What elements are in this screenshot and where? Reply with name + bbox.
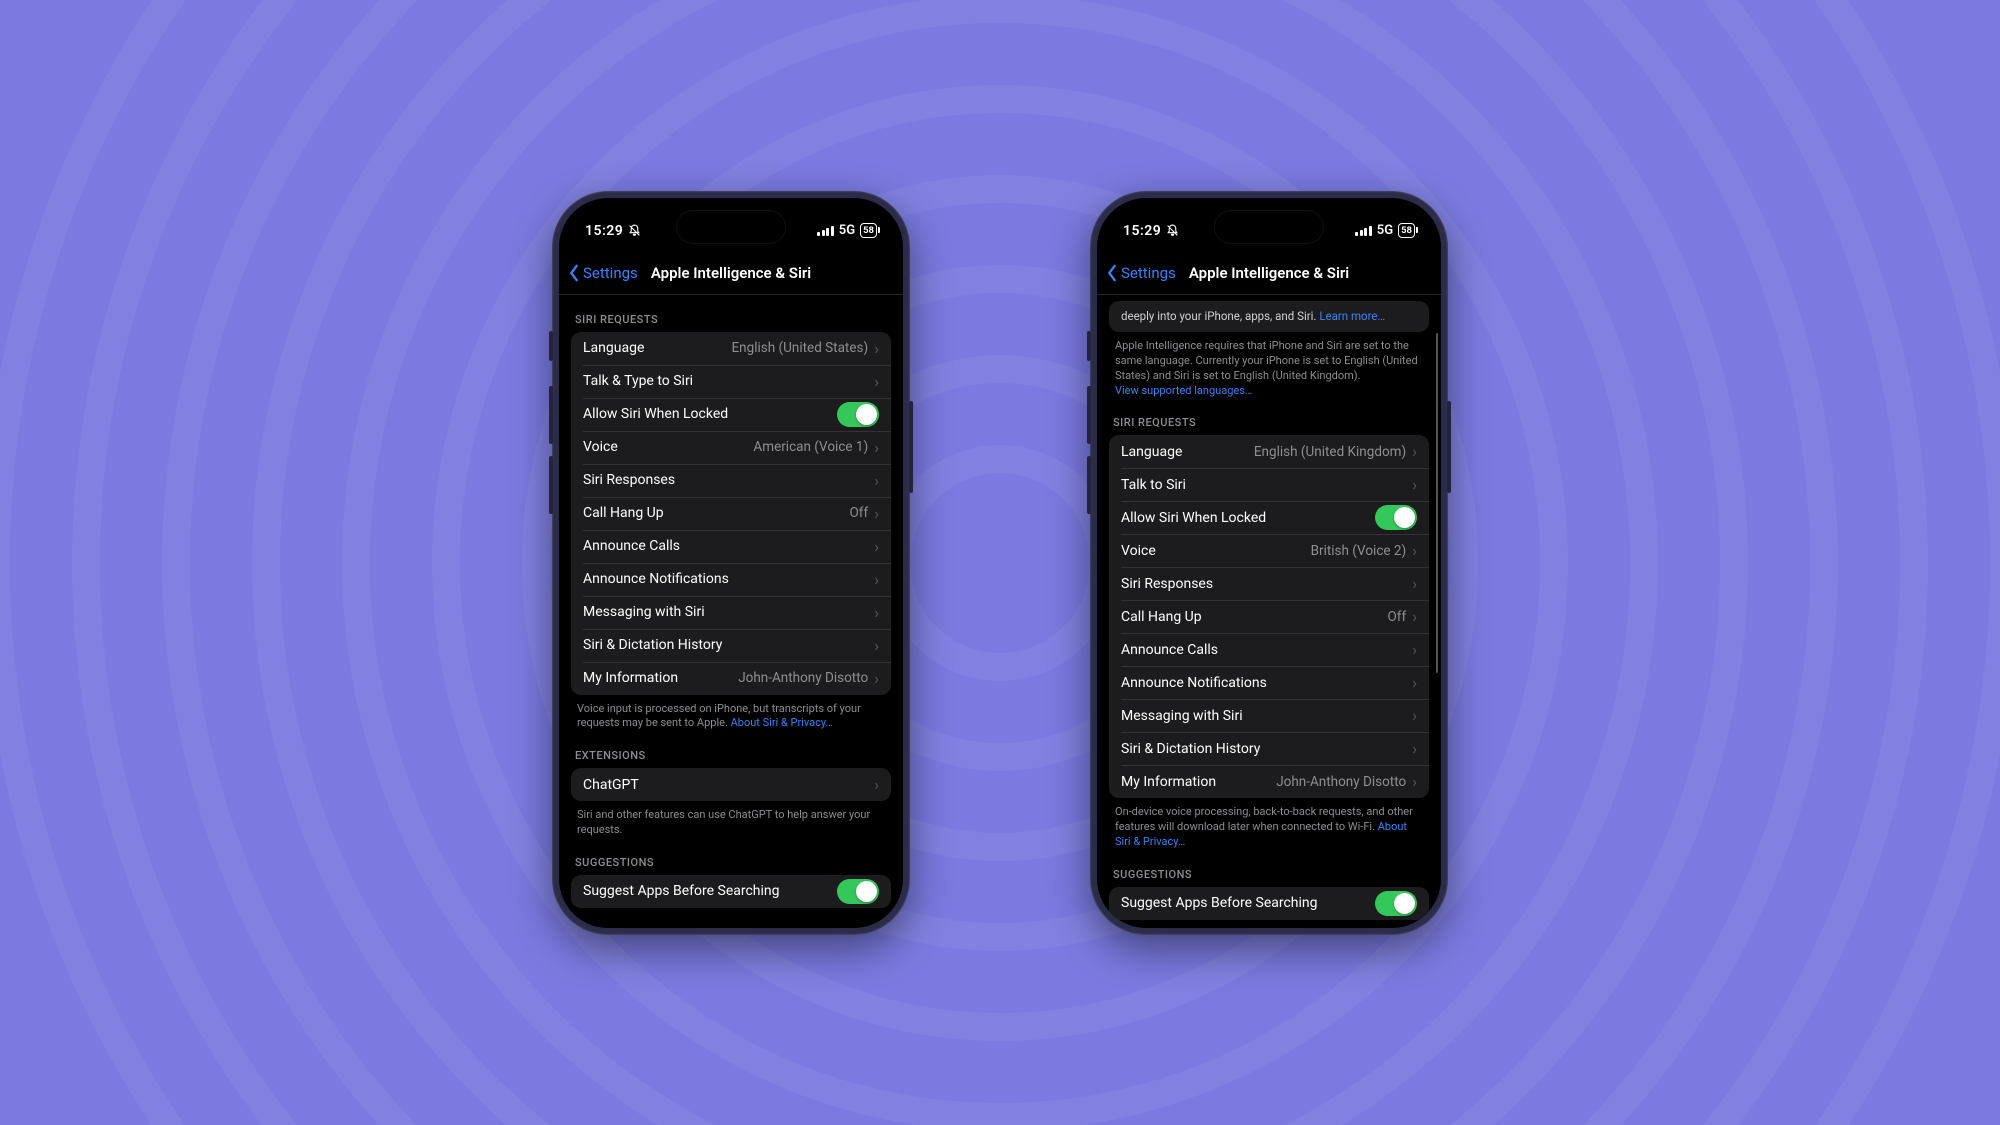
- chevron-right-icon: ›: [1412, 673, 1417, 692]
- chevron-right-icon: ›: [1412, 607, 1417, 626]
- link-learn-more[interactable]: Learn more…: [1319, 309, 1385, 323]
- language-requirement-note: Apple Intelligence requires that iPhone …: [1097, 332, 1441, 398]
- row-siri-responses[interactable]: Siri Responses›: [1109, 567, 1429, 600]
- nav-bar: Settings Apple Intelligence & Siri: [559, 252, 903, 295]
- toggle-suggest-apps[interactable]: [1375, 891, 1417, 916]
- row-suggest-apps[interactable]: Suggest Apps Before Searching: [571, 875, 891, 908]
- group-extensions: ChatGPT›: [571, 768, 891, 801]
- silent-icon: [1166, 224, 1179, 237]
- group-siri-requests: LanguageEnglish (United States)› Talk & …: [571, 332, 891, 695]
- row-my-information[interactable]: My InformationJohn-Anthony Disotto›: [571, 662, 891, 695]
- row-messaging-with-siri[interactable]: Messaging with Siri›: [1109, 699, 1429, 732]
- row-announce-calls[interactable]: Announce Calls›: [571, 530, 891, 563]
- chevron-right-icon: ›: [1412, 772, 1417, 791]
- row-suggest-apps[interactable]: Suggest Apps Before Searching: [1109, 887, 1429, 920]
- silent-icon: [628, 224, 641, 237]
- group-suggestions: Suggest Apps Before Searching: [571, 875, 891, 908]
- link-supported-languages[interactable]: View supported languages…: [1115, 384, 1252, 397]
- row-allow-siri-locked[interactable]: Allow Siri When Locked: [571, 398, 891, 431]
- section-header-suggestions: SUGGESTIONS: [1097, 850, 1441, 887]
- footer-extensions: Siri and other features can use ChatGPT …: [559, 801, 903, 838]
- row-voice[interactable]: VoiceBritish (Voice 2)›: [1109, 534, 1429, 567]
- reset-hidden-suggestions[interactable]: Reset Hidden Suggestions: [1097, 920, 1441, 928]
- signal-icon: [1355, 226, 1372, 236]
- chevron-right-icon: ›: [874, 603, 879, 622]
- chevron-right-icon: ›: [874, 339, 879, 358]
- row-siri-responses[interactable]: Siri Responses›: [571, 464, 891, 497]
- settings-scroll[interactable]: deeply into your iPhone, apps, and Siri.…: [1097, 295, 1441, 928]
- back-label: Settings: [1121, 264, 1176, 282]
- chevron-right-icon: ›: [1412, 574, 1417, 593]
- status-time: 15:29: [585, 223, 623, 239]
- chevron-right-icon: ›: [874, 504, 879, 523]
- iphone-mockup-left: 15:29 5G 58 Settings Apple Intelligence …: [552, 191, 910, 935]
- toggle-allow-siri-locked[interactable]: [1375, 505, 1417, 530]
- battery-icon: 58: [1398, 223, 1415, 238]
- nav-bar: Settings Apple Intelligence & Siri: [1097, 252, 1441, 295]
- chevron-right-icon: ›: [874, 775, 879, 794]
- row-siri-dictation-history[interactable]: Siri & Dictation History›: [1109, 732, 1429, 765]
- chevron-right-icon: ›: [1412, 739, 1417, 758]
- row-announce-notifications[interactable]: Announce Notifications›: [1109, 666, 1429, 699]
- row-messaging-with-siri[interactable]: Messaging with Siri›: [571, 596, 891, 629]
- intro-box: deeply into your iPhone, apps, and Siri.…: [1109, 301, 1429, 333]
- scrollbar-indicator: [1436, 333, 1439, 673]
- row-call-hangup[interactable]: Call Hang UpOff›: [1109, 600, 1429, 633]
- chevron-right-icon: ›: [874, 438, 879, 457]
- row-voice[interactable]: VoiceAmerican (Voice 1)›: [571, 431, 891, 464]
- chevron-right-icon: ›: [1412, 706, 1417, 725]
- chevron-right-icon: ›: [874, 471, 879, 490]
- footer-siri-privacy: Voice input is processed on iPhone, but …: [559, 695, 903, 732]
- status-time: 15:29: [1123, 223, 1161, 239]
- chevron-right-icon: ›: [874, 570, 879, 589]
- settings-scroll[interactable]: SIRI REQUESTS LanguageEnglish (United St…: [559, 295, 903, 928]
- chevron-right-icon: ›: [874, 669, 879, 688]
- row-announce-notifications[interactable]: Announce Notifications›: [571, 563, 891, 596]
- back-button[interactable]: Settings: [1097, 264, 1176, 282]
- row-allow-siri-locked[interactable]: Allow Siri When Locked: [1109, 501, 1429, 534]
- section-header-siri-requests: SIRI REQUESTS: [1097, 398, 1441, 435]
- network-label: 5G: [839, 223, 855, 238]
- composition-background: 15:29 5G 58 Settings Apple Intelligence …: [0, 0, 2000, 1125]
- row-siri-dictation-history[interactable]: Siri & Dictation History›: [571, 629, 891, 662]
- signal-icon: [817, 226, 834, 236]
- chevron-right-icon: ›: [1412, 442, 1417, 461]
- chevron-left-icon: [1105, 264, 1119, 282]
- iphone-mockup-right: 15:29 5G 58 Settings Apple Intelligence …: [1090, 191, 1448, 935]
- chevron-right-icon: ›: [874, 636, 879, 655]
- section-header-suggestions: SUGGESTIONS: [559, 838, 903, 875]
- chevron-left-icon: [567, 264, 581, 282]
- dynamic-island: [676, 210, 786, 244]
- back-label: Settings: [583, 264, 638, 282]
- dynamic-island: [1214, 210, 1324, 244]
- back-button[interactable]: Settings: [559, 264, 638, 282]
- chevron-right-icon: ›: [874, 372, 879, 391]
- chevron-right-icon: ›: [1412, 640, 1417, 659]
- row-talk-to-siri[interactable]: Talk & Type to Siri›: [571, 365, 891, 398]
- network-label: 5G: [1377, 223, 1393, 238]
- row-talk-to-siri[interactable]: Talk to Siri›: [1109, 468, 1429, 501]
- group-siri-requests: LanguageEnglish (United Kingdom)› Talk t…: [1109, 435, 1429, 798]
- row-language[interactable]: LanguageEnglish (United Kingdom)›: [1109, 435, 1429, 468]
- row-language[interactable]: LanguageEnglish (United States)›: [571, 332, 891, 365]
- link-about-siri-privacy[interactable]: About Siri & Privacy…: [731, 716, 833, 729]
- group-suggestions: Suggest Apps Before Searching: [1109, 887, 1429, 920]
- section-header-extensions: EXTENSIONS: [559, 731, 903, 768]
- row-announce-calls[interactable]: Announce Calls›: [1109, 633, 1429, 666]
- toggle-allow-siri-locked[interactable]: [837, 402, 879, 427]
- section-header-siri-requests: SIRI REQUESTS: [559, 295, 903, 332]
- chevron-right-icon: ›: [1412, 541, 1417, 560]
- row-call-hangup[interactable]: Call Hang UpOff›: [571, 497, 891, 530]
- toggle-suggest-apps[interactable]: [837, 879, 879, 904]
- battery-icon: 58: [860, 223, 877, 238]
- row-chatgpt[interactable]: ChatGPT›: [571, 768, 891, 801]
- chevron-right-icon: ›: [1412, 475, 1417, 494]
- footer-siri-privacy: On-device voice processing, back-to-back…: [1097, 798, 1441, 850]
- row-my-information[interactable]: My InformationJohn-Anthony Disotto›: [1109, 765, 1429, 798]
- chevron-right-icon: ›: [874, 537, 879, 556]
